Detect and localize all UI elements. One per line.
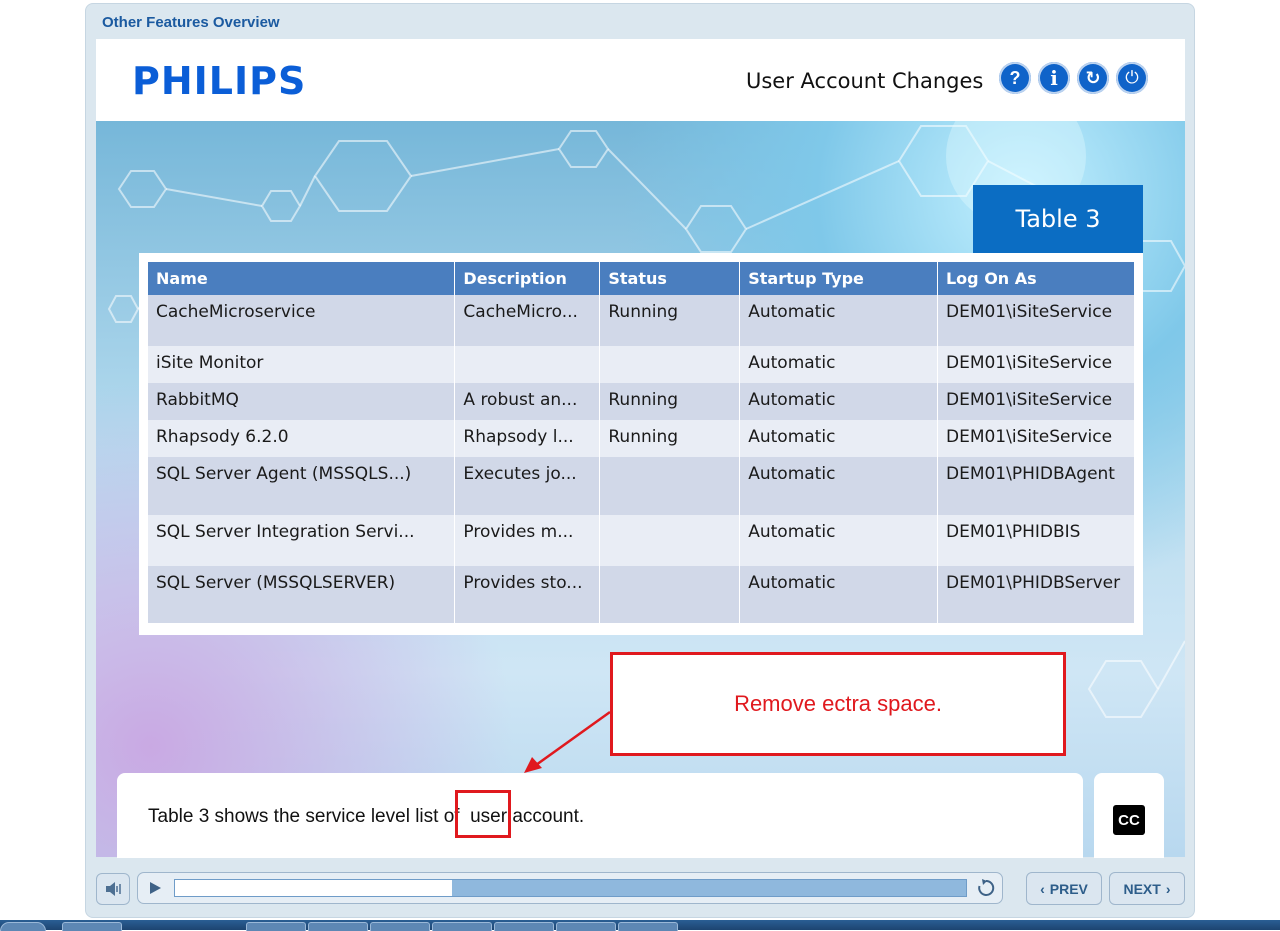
cell-log-on-as: DEM01\iSiteService: [937, 295, 1136, 346]
caption-panel: Table 3 shows the service level list of …: [117, 773, 1083, 858]
play-icon: [150, 882, 161, 894]
info-icon: i: [1050, 66, 1058, 90]
cell-status: Running: [599, 420, 741, 457]
table-row: iSite Monitor Automatic DEM01\iSiteServi…: [148, 346, 1136, 383]
table-row: SQL Server Integration Servi... Provides…: [148, 515, 1136, 566]
cell-description: Provides sto...: [454, 566, 601, 623]
column-header-startup-type: Startup Type: [739, 262, 938, 295]
exit-button[interactable]: ⏻: [1116, 62, 1148, 94]
services-table: Name Description Status Startup Type Log…: [148, 262, 1136, 623]
cell-log-on-as: DEM01\PHIDBAgent: [937, 457, 1136, 515]
course-title: Other Features Overview: [102, 14, 280, 31]
seek-bar[interactable]: [137, 872, 1003, 904]
column-header-name: Name: [148, 262, 456, 295]
cell-name: RabbitMQ: [148, 383, 456, 420]
caption-text: Table 3 shows the service level list of …: [148, 806, 585, 827]
cell-log-on-as: DEM01\PHIDBIS: [937, 515, 1136, 566]
closed-captions-button[interactable]: CC: [1113, 805, 1145, 835]
table-row: SQL Server Agent (MSSQLS...) Executes jo…: [148, 457, 1136, 515]
cell-name: iSite Monitor: [148, 346, 456, 383]
review-highlight: [455, 790, 511, 838]
cell-status: [599, 346, 741, 383]
cell-startup-type: Automatic: [739, 383, 938, 420]
chevron-left-icon: ‹: [1040, 880, 1045, 897]
chevron-right-icon: ›: [1165, 880, 1171, 897]
cell-status: [599, 457, 741, 515]
replay-button[interactable]: [976, 878, 996, 903]
replay-icon: [978, 879, 995, 896]
philips-logo: PHILIPS: [132, 59, 307, 103]
cell-startup-type: Automatic: [739, 566, 938, 623]
cell-description: CacheMicro...: [454, 295, 601, 346]
power-icon: ⏻: [1125, 68, 1139, 87]
table-row: RabbitMQ A robust an... Running Automati…: [148, 383, 1136, 420]
cell-status: Running: [599, 383, 741, 420]
restart-button[interactable]: ↻: [1077, 62, 1109, 94]
restart-icon: ↻: [1085, 67, 1101, 88]
help-icon: ?: [1009, 67, 1021, 88]
speaker-icon: [106, 882, 121, 896]
review-callout: Remove ectra space.: [610, 652, 1066, 756]
table-row: SQL Server (MSSQLSERVER) Provides sto...…: [148, 566, 1136, 623]
cell-startup-type: Automatic: [739, 295, 938, 346]
cell-status: Running: [599, 295, 741, 346]
progress-fill: [175, 880, 452, 896]
column-header-description: Description: [454, 262, 601, 295]
next-button[interactable]: NEXT ›: [1109, 872, 1185, 905]
volume-button[interactable]: [96, 873, 130, 905]
cell-name: SQL Server Integration Servi...: [148, 515, 456, 566]
cell-description: [454, 346, 601, 383]
table-tab: Table 3: [973, 185, 1143, 253]
cell-log-on-as: DEM01\PHIDBServer: [937, 566, 1136, 623]
info-button[interactable]: i: [1038, 62, 1070, 94]
column-header-log-on-as: Log On As: [937, 262, 1136, 295]
table-row: Rhapsody 6.2.0 Rhapsody l... Running Aut…: [148, 420, 1136, 457]
cell-status: [599, 515, 741, 566]
cell-log-on-as: DEM01\iSiteService: [937, 420, 1136, 457]
cc-panel: CC: [1094, 773, 1164, 858]
cell-log-on-as: DEM01\iSiteService: [937, 346, 1136, 383]
cell-name: SQL Server (MSSQLSERVER): [148, 566, 456, 623]
table-header-row: Name Description Status Startup Type Log…: [148, 262, 1136, 295]
cell-startup-type: Automatic: [739, 346, 938, 383]
header-bar: PHILIPS User Account Changes ? i ↻ ⏻: [96, 39, 1185, 121]
cell-description: A robust an...: [454, 383, 601, 420]
cell-log-on-as: DEM01\iSiteService: [937, 383, 1136, 420]
cell-name: SQL Server Agent (MSSQLS...): [148, 457, 456, 515]
page-title: User Account Changes: [746, 69, 984, 93]
help-button[interactable]: ?: [999, 62, 1031, 94]
cell-startup-type: Automatic: [739, 457, 938, 515]
table-row: CacheMicroservice CacheMicro... Running …: [148, 295, 1136, 346]
next-label: NEXT: [1123, 880, 1161, 897]
cell-name: CacheMicroservice: [148, 295, 456, 346]
cell-description: Provides m...: [454, 515, 601, 566]
play-button[interactable]: [148, 881, 162, 900]
cell-name: Rhapsody 6.2.0: [148, 420, 456, 457]
cell-startup-type: Automatic: [739, 420, 938, 457]
cell-description: Executes jo...: [454, 457, 601, 515]
cell-description: Rhapsody l...: [454, 420, 601, 457]
table-card: Name Description Status Startup Type Log…: [139, 253, 1143, 635]
cell-status: [599, 566, 741, 623]
prev-label: PREV: [1049, 880, 1088, 897]
progress-track[interactable]: [174, 879, 967, 897]
column-header-status: Status: [599, 262, 741, 295]
prev-button[interactable]: ‹ PREV: [1026, 872, 1102, 905]
cell-startup-type: Automatic: [739, 515, 938, 566]
